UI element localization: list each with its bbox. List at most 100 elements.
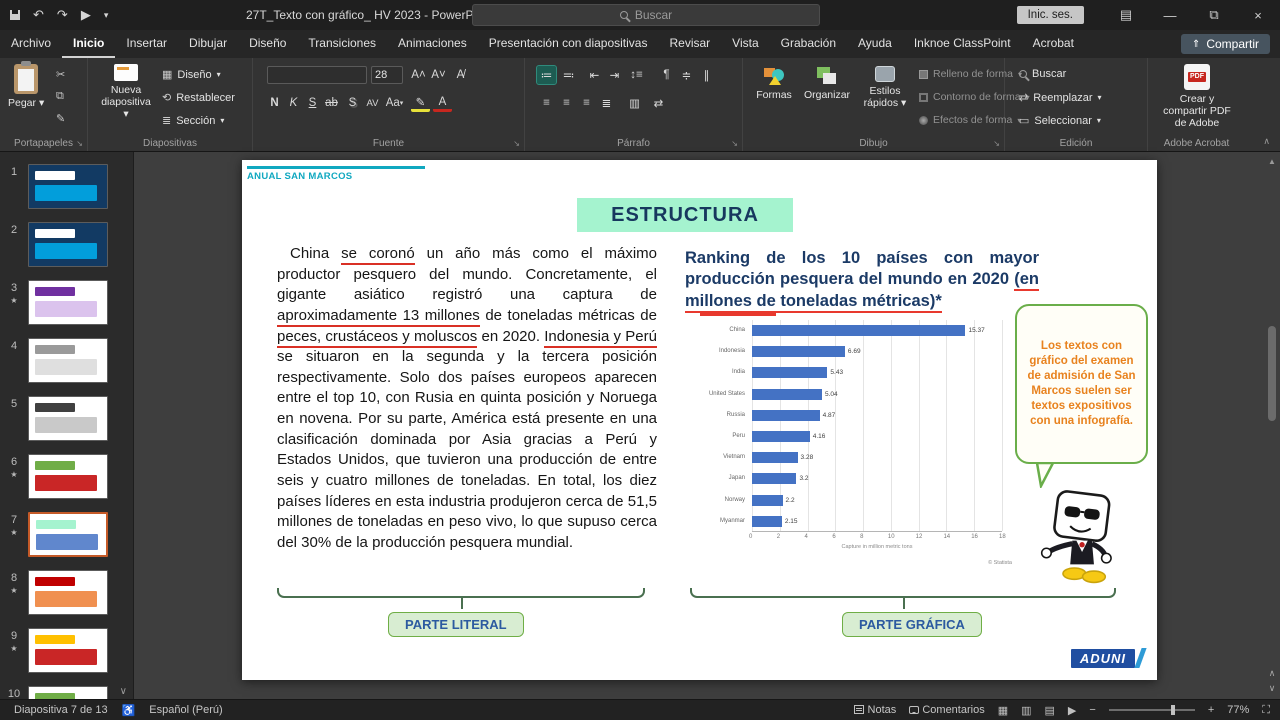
accessibility-icon[interactable]: ♿ — [122, 704, 136, 717]
find-button[interactable]: Buscar — [1019, 68, 1066, 80]
text-shadow-button[interactable]: S — [343, 94, 362, 112]
zoom-in-button[interactable]: + — [1208, 704, 1214, 716]
justify-icon[interactable]: ≣ — [597, 94, 616, 112]
ranking-chart[interactable]: China Indonesia India United States Russia Pe… — [698, 313, 1016, 572]
slide-thumbnail-4[interactable]: 4 — [0, 338, 133, 383]
ribbon-tab-animaciones[interactable]: Animaciones — [387, 30, 478, 58]
copy-button[interactable]: ⧉ — [56, 90, 64, 103]
slide-thumbnail-8[interactable]: 8 ★ — [0, 570, 133, 615]
font-color-button[interactable]: A — [433, 94, 452, 112]
align-center-icon[interactable]: ≡ — [557, 94, 576, 112]
previous-slide-button[interactable]: ∧ — [1266, 666, 1278, 680]
slide-thumbnail-2[interactable]: 2 — [0, 222, 133, 267]
ribbon-tab-diseño[interactable]: Diseño — [238, 30, 297, 58]
next-slide-button[interactable]: ∨ — [1266, 681, 1278, 695]
notes-button[interactable]: Notas — [854, 704, 896, 716]
section-button[interactable]: ≣ Sección ▾ — [162, 114, 224, 128]
decrease-indent-icon[interactable]: ⇤ — [585, 66, 604, 84]
character-spacing-button[interactable]: AV — [363, 94, 382, 112]
save-icon[interactable] — [10, 10, 20, 20]
slideshow-view-button[interactable]: ▶ — [1068, 704, 1076, 717]
ribbon-tab-dibujar[interactable]: Dibujar — [178, 30, 238, 58]
fit-slide-button[interactable]: ⛶ — [1262, 704, 1270, 717]
bold-button[interactable]: N — [265, 94, 284, 112]
comments-button[interactable]: Comentarios — [909, 704, 985, 716]
customize-qat-icon[interactable]: ▾ — [104, 10, 109, 21]
increase-font-size-icon[interactable]: A˄ — [409, 66, 428, 84]
font-name-combo[interactable] — [267, 66, 367, 84]
ribbon-tab-grabación[interactable]: Grabación — [770, 30, 847, 58]
ribbon-tab-presentación-con-diapositivas[interactable]: Presentación con diapositivas — [478, 30, 659, 58]
slide-thumbnail-6[interactable]: 6 ★ — [0, 454, 133, 499]
line-spacing-icon[interactable]: ↕≡ — [627, 66, 646, 84]
ribbon-tab-ayuda[interactable]: Ayuda — [847, 30, 903, 58]
slide-counter[interactable]: Diapositiva 7 de 13 — [14, 704, 108, 716]
undo-icon[interactable]: ↶ — [33, 7, 44, 23]
speech-bubble[interactable]: Los textos con gráfico del examen de adm… — [1015, 304, 1148, 464]
ribbon-tab-inknoe-classpoint[interactable]: Inknoe ClassPoint — [903, 30, 1022, 58]
slide-thumbnail-3[interactable]: 3 ★ — [0, 280, 133, 325]
mascot-character[interactable] — [1030, 490, 1130, 585]
increase-indent-icon[interactable]: ⇥ — [605, 66, 624, 84]
ribbon-tab-acrobat[interactable]: Acrobat — [1022, 30, 1085, 58]
quick-styles-button[interactable]: Estilos rápidos ▾ — [859, 66, 911, 109]
start-slideshow-icon[interactable]: ▶ — [81, 7, 91, 23]
clear-formatting-icon[interactable]: A̸ — [451, 66, 470, 84]
paragraph-dialog-launcher-icon[interactable]: ↘ — [731, 139, 738, 148]
smartart-convert-icon[interactable]: ⇄ — [649, 94, 668, 112]
slide-title-box[interactable]: ESTRUCTURA — [577, 198, 793, 232]
collapse-ribbon-icon[interactable]: ∧ — [1263, 136, 1270, 147]
ribbon-tab-transiciones[interactable]: Transiciones — [297, 30, 387, 58]
scroll-up-icon[interactable]: ▲ — [1266, 156, 1278, 168]
slide-sorter-view-button[interactable]: ▥ — [1021, 704, 1031, 717]
align-text-icon[interactable]: ≑ — [677, 66, 696, 84]
slide-thumbnail-7[interactable]: 7 ★ — [0, 512, 133, 557]
clipboard-dialog-launcher-icon[interactable]: ↘ — [76, 139, 83, 148]
search-box[interactable]: Buscar — [472, 4, 820, 26]
ribbon-tab-inicio[interactable]: Inicio — [62, 30, 116, 58]
vertical-scrollbar[interactable]: ▲ — [1266, 156, 1278, 655]
paste-button[interactable]: Pegar ▾ — [8, 61, 44, 109]
change-case-button[interactable]: Aa ▾ — [385, 94, 404, 112]
language-indicator[interactable]: Español (Perú) — [149, 704, 222, 716]
new-slide-button[interactable]: Nueva diapositiva ▾ — [98, 64, 154, 120]
text-direction-icon[interactable]: ¶ — [657, 66, 676, 84]
format-painter-button[interactable]: ✎ — [56, 112, 65, 125]
sign-in-button[interactable]: Inic. ses. — [1016, 6, 1084, 24]
strikethrough-button[interactable]: ab — [322, 94, 341, 112]
minimize-button[interactable]: — — [1148, 0, 1192, 30]
ribbon-display-options-button[interactable]: ▤ — [1104, 0, 1148, 30]
highlight-color-button[interactable]: ✎ — [411, 94, 430, 112]
scrollbar-thumb[interactable] — [1268, 326, 1276, 421]
add-columns-icon[interactable]: ▥ — [625, 94, 644, 112]
redo-icon[interactable]: ↷ — [57, 7, 68, 23]
drawing-dialog-launcher-icon[interactable]: ↘ — [993, 139, 1000, 148]
parte-grafica-label[interactable]: PARTE GRÁFICA — [842, 612, 982, 637]
slide-thumbnail-9[interactable]: 9 ★ — [0, 628, 133, 673]
align-right-icon[interactable]: ≡ — [577, 94, 596, 112]
decrease-font-size-icon[interactable]: A˅ — [429, 66, 448, 84]
reading-view-button[interactable]: ▤ — [1045, 704, 1055, 717]
ribbon-tab-revisar[interactable]: Revisar — [658, 30, 721, 58]
replace-button[interactable]: ⇄ Reemplazar ▾ — [1019, 91, 1102, 105]
align-left-icon[interactable]: ≡ — [537, 94, 556, 112]
share-button[interactable]: ⇑ Compartir — [1180, 34, 1270, 54]
slide-thumbnail-1[interactable]: 1 — [0, 164, 133, 209]
cut-button[interactable]: ✂ — [56, 68, 65, 81]
ribbon-tab-vista[interactable]: Vista — [721, 30, 769, 58]
slide-7[interactable]: ANUAL SAN MARCOS ESTRUCTURA China se cor… — [242, 160, 1157, 680]
parte-literal-label[interactable]: PARTE LITERAL — [388, 612, 524, 637]
normal-view-button[interactable]: ▦ — [998, 704, 1008, 717]
zoom-slider[interactable] — [1108, 705, 1195, 715]
select-button[interactable]: ▭ Seleccionar ▾ — [1019, 114, 1101, 128]
zoom-percentage[interactable]: 77% — [1227, 704, 1249, 716]
zoom-slider-thumb[interactable] — [1170, 705, 1175, 715]
shapes-button[interactable]: Formas — [751, 66, 797, 101]
close-button[interactable]: × — [1236, 0, 1280, 30]
arrange-button[interactable]: Organizar — [801, 66, 853, 101]
underline-button[interactable]: S — [303, 94, 322, 112]
slide-thumbnail-5[interactable]: 5 — [0, 396, 133, 441]
reset-button[interactable]: ⟲ Restablecer — [162, 91, 235, 105]
ribbon-tab-insertar[interactable]: Insertar — [115, 30, 178, 58]
slide-thumbnail-10[interactable]: 10★ — [0, 686, 133, 699]
